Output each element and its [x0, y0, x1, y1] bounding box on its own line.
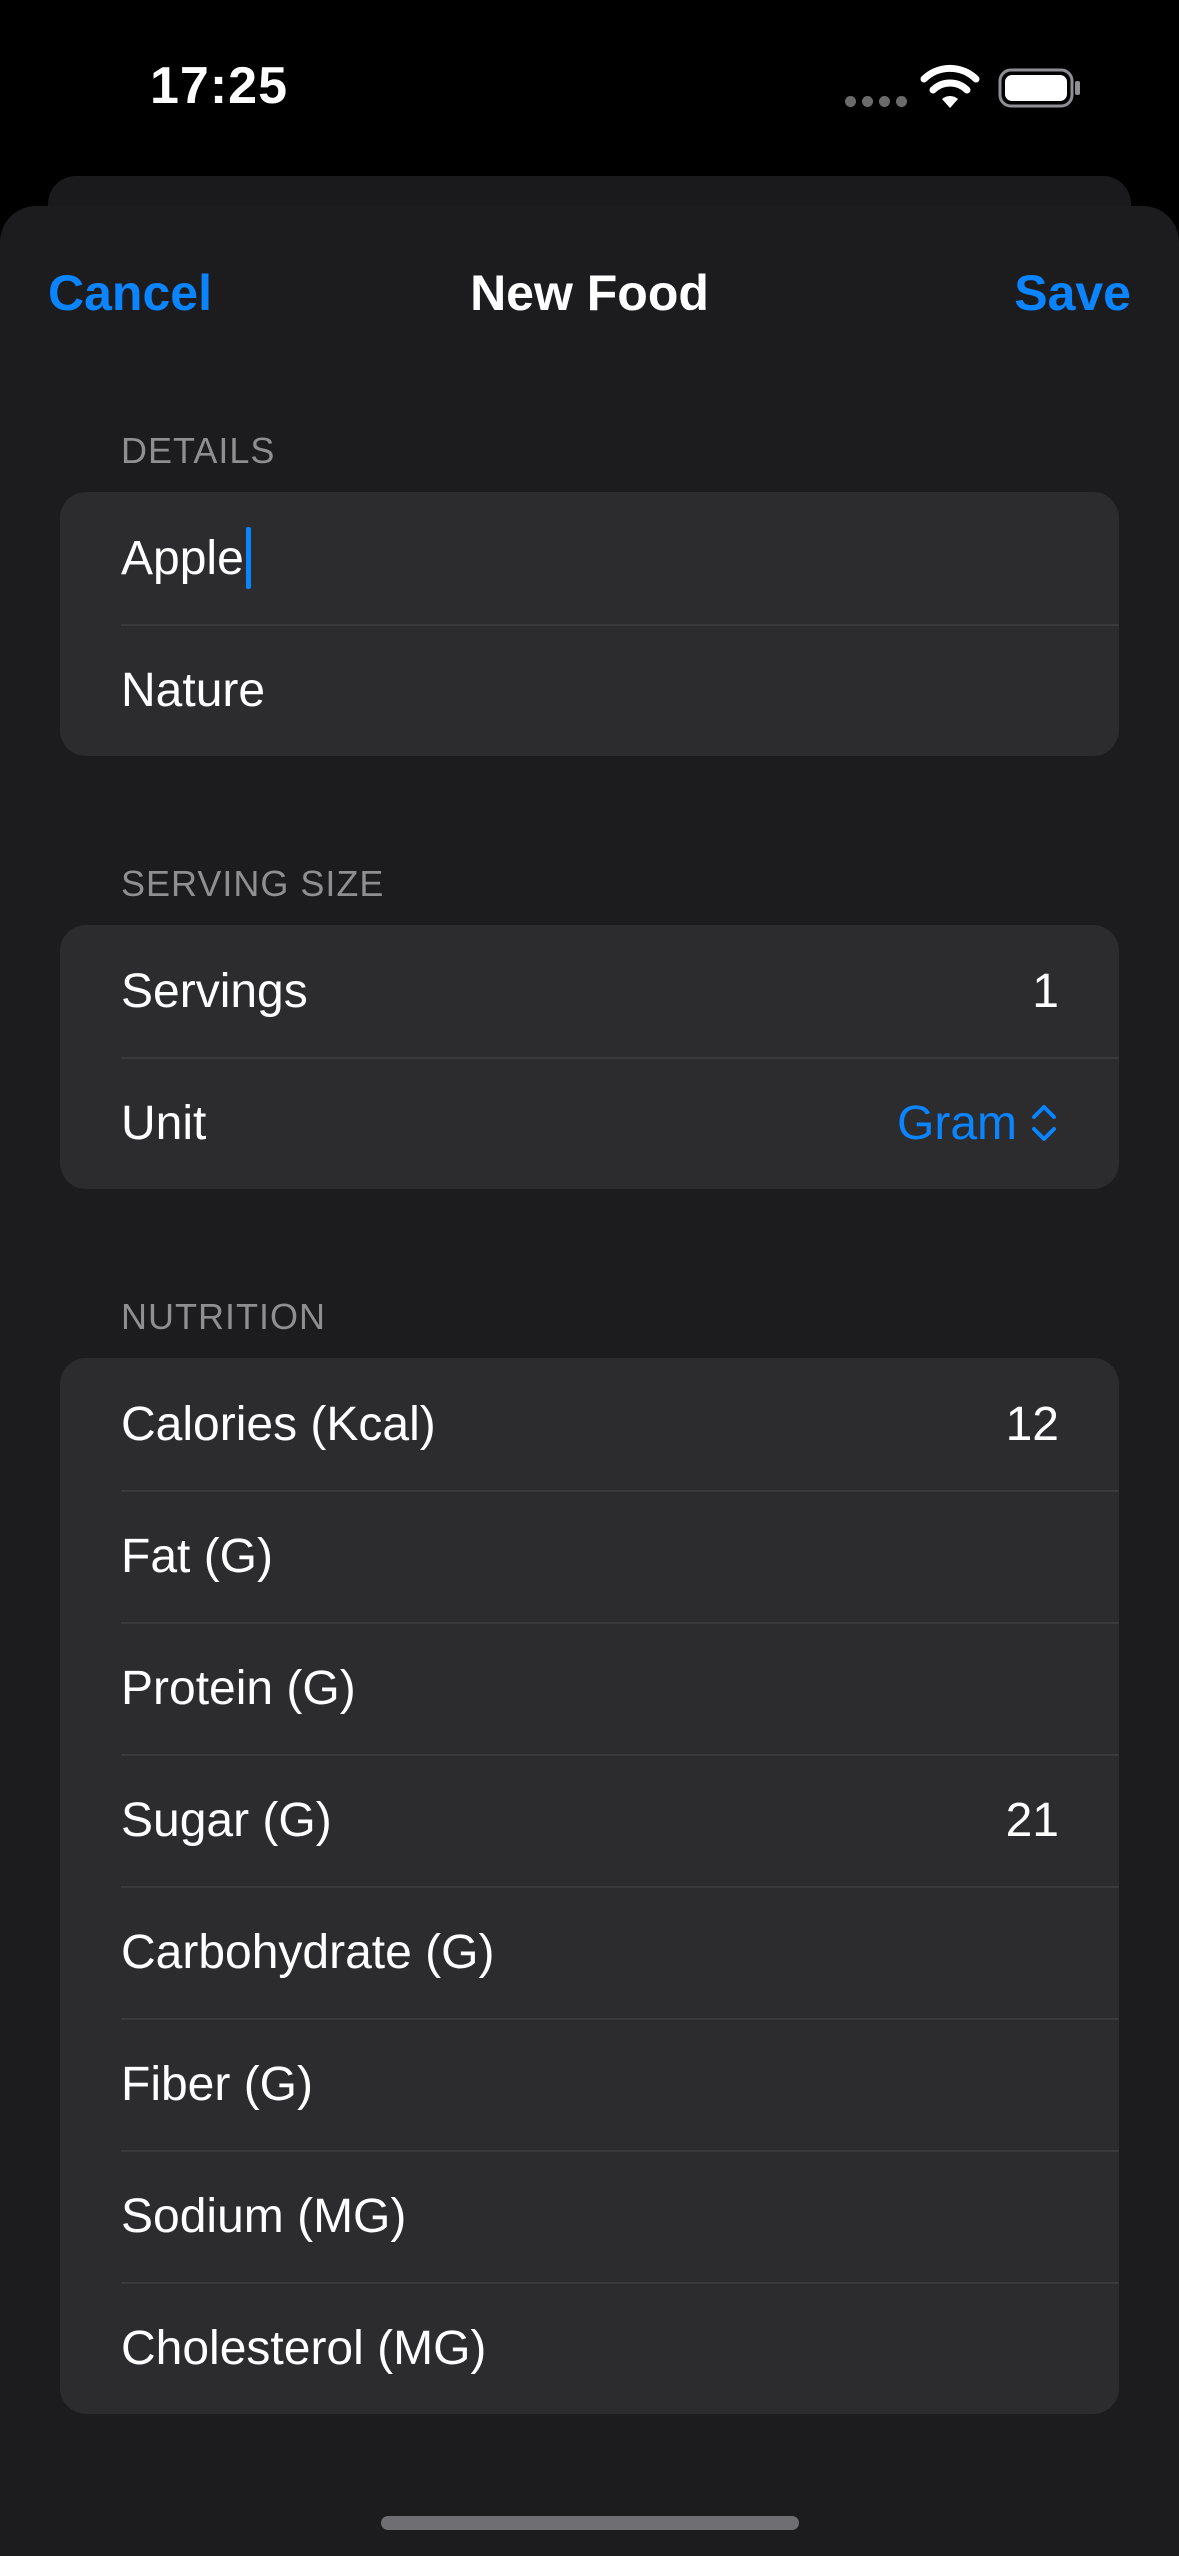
- cellular-signal-icon: [845, 96, 907, 107]
- nutrition-row-protein[interactable]: Protein (G): [60, 1622, 1119, 1754]
- nutrition-label: Calories (Kcal): [121, 1397, 436, 1451]
- unit-picker[interactable]: Gram: [897, 1096, 1059, 1151]
- food-name-row[interactable]: Apple: [60, 492, 1119, 624]
- nutrition-label: Sugar (G): [121, 1793, 332, 1847]
- serving-size-section-header: SERVING SIZE: [121, 863, 385, 904]
- servings-label: Servings: [121, 964, 308, 1018]
- nutrition-row-sodium[interactable]: Sodium (MG): [60, 2150, 1119, 2282]
- nutrition-label: Fiber (G): [121, 2057, 313, 2111]
- nutrition-row-fiber[interactable]: Fiber (G): [60, 2018, 1119, 2150]
- status-time: 17:25: [150, 57, 288, 115]
- nutrition-row-fat[interactable]: Fat (G): [60, 1490, 1119, 1622]
- brand-field[interactable]: Nature: [121, 663, 265, 718]
- navigation-bar: Cancel New Food Save: [0, 206, 1179, 376]
- home-indicator[interactable]: [381, 2516, 799, 2530]
- nutrition-row-carbohydrate[interactable]: Carbohydrate (G): [60, 1886, 1119, 2018]
- unit-value: Gram: [897, 1096, 1017, 1150]
- servings-row[interactable]: Servings 1: [60, 925, 1119, 1057]
- nutrition-label: Carbohydrate (G): [121, 1925, 495, 1979]
- brand-row[interactable]: Nature: [60, 624, 1119, 756]
- unit-label: Unit: [121, 1096, 207, 1150]
- nutrition-value-field[interactable]: 21: [1006, 1793, 1059, 1848]
- nutrition-group: Calories (Kcal) 12 Fat (G) Protein (G) S…: [60, 1358, 1119, 2414]
- serving-size-group: Servings 1 Unit Gram: [60, 925, 1119, 1189]
- nutrition-label: Cholesterol (MG): [121, 2321, 487, 2375]
- status-bar: 17:25: [0, 0, 1179, 180]
- food-name-value: Apple: [121, 531, 244, 585]
- text-cursor: [245, 527, 251, 589]
- chevron-up-down-icon: [1032, 1105, 1056, 1141]
- page-title: New Food: [470, 265, 709, 321]
- servings-field[interactable]: 1: [1032, 964, 1059, 1019]
- details-section-header: DETAILS: [121, 430, 276, 471]
- nutrition-section-header: NUTRITION: [121, 1296, 326, 1337]
- unit-row[interactable]: Unit Gram: [60, 1057, 1119, 1189]
- details-group: Apple Nature: [60, 492, 1119, 756]
- battery-icon: [998, 68, 1080, 108]
- nutrition-label: Protein (G): [121, 1661, 356, 1715]
- nutrition-row-sugar[interactable]: Sugar (G) 21: [60, 1754, 1119, 1886]
- brand-value: Nature: [121, 663, 266, 717]
- food-name-field[interactable]: Apple: [121, 527, 251, 589]
- wifi-icon: [920, 64, 980, 108]
- nutrition-value-field[interactable]: 12: [1006, 1397, 1059, 1452]
- nutrition-row-cholesterol[interactable]: Cholesterol (MG): [60, 2282, 1119, 2414]
- nutrition-row-calories[interactable]: Calories (Kcal) 12: [60, 1358, 1119, 1490]
- nutrition-label: Fat (G): [121, 1529, 273, 1583]
- nutrition-label: Sodium (MG): [121, 2189, 407, 2243]
- new-food-sheet: Cancel New Food Save DETAILS Apple Natur…: [0, 206, 1179, 2556]
- save-button[interactable]: Save: [1014, 264, 1131, 322]
